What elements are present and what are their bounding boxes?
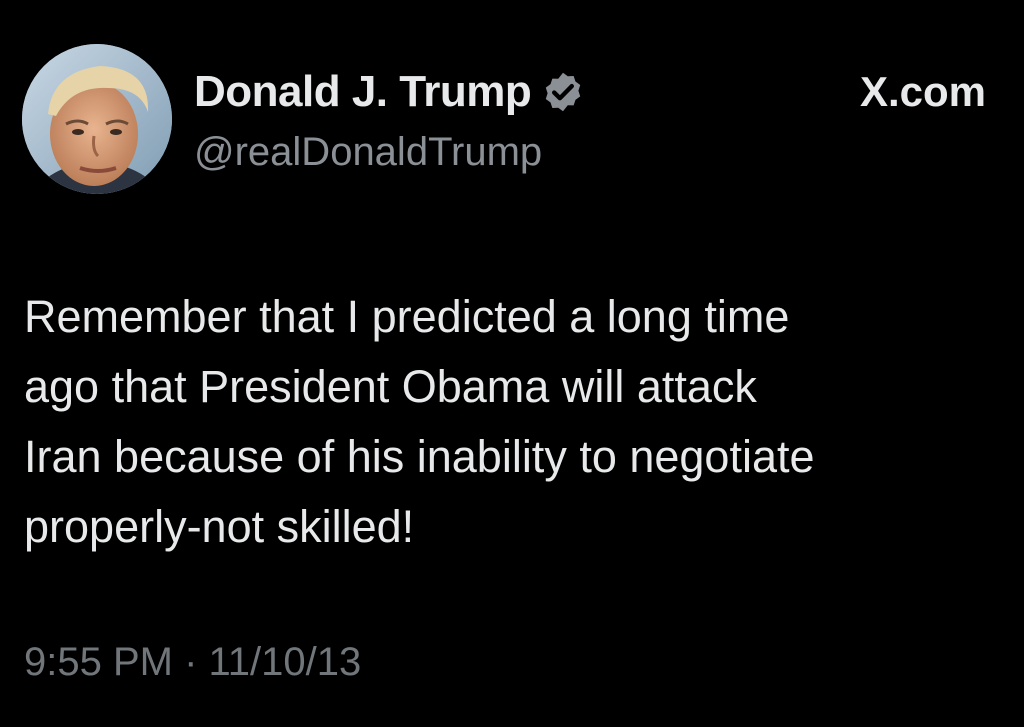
author-handle[interactable]: @realDonaldTrump [194,130,542,175]
tweet-line: Iran because of his inability to negotia… [24,431,815,482]
tweet-timestamp[interactable]: 9:55 PM · 11/10/13 [24,640,361,685]
avatar[interactable] [22,44,172,194]
profile-photo-icon [22,44,172,194]
brand-label: X.com [859,68,986,115]
tweet-line: Remember that I predicted a long time [24,291,790,342]
author-display-name[interactable]: Donald J. Trump [194,67,532,117]
tweet-line: ago that President Obama will attack [24,361,757,412]
verified-badge-icon [545,72,581,112]
tweet-card: Donald J. Trump @realDonaldTrump X.com R… [0,0,1024,727]
author-name-row: Donald J. Trump [194,62,585,122]
tweet-line: properly-not skilled! [24,501,415,552]
tweet-text: Remember that I predicted a long time ag… [24,282,999,562]
